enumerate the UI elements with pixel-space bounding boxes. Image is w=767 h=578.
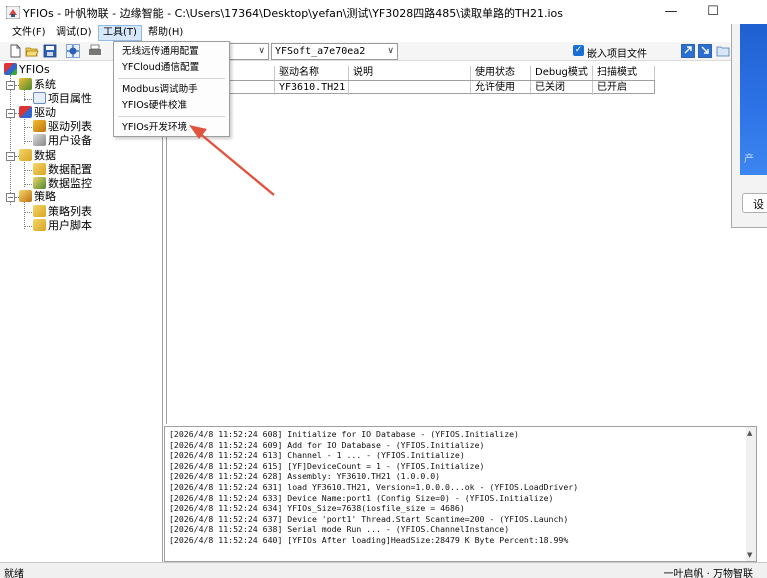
chevron-down-icon: ∨ (258, 46, 265, 56)
table-cell: 已关闭 (531, 81, 593, 95)
embed-label: 嵌入项目文件 (587, 49, 647, 60)
tree-item-strategy[interactable]: 策略 (19, 190, 56, 204)
toolbar: ∨ YFSoft_a7e70ea2 ∨ ✓ 嵌入项目文件 (0, 42, 731, 61)
tree-item-drivers[interactable]: 驱动 (19, 106, 56, 120)
tree-item-user-script[interactable]: 用户脚本 (33, 219, 92, 233)
column-header[interactable]: 驱动名称 (275, 66, 349, 80)
log-line: [2026/4/8 11:52:24 631] load YF3610.TH21… (169, 482, 579, 492)
menu-tools[interactable]: 工具(T) (98, 25, 142, 41)
menu-item-hardware-calibration[interactable]: YFIOs硬件校准 (122, 99, 187, 112)
compile-icon[interactable] (66, 44, 80, 58)
background-window-button[interactable]: 设 (742, 193, 767, 213)
open-folder-icon[interactable] (25, 44, 39, 58)
menu-help[interactable]: 帮助(H) (144, 25, 187, 41)
script-icon (33, 219, 46, 231)
tree-item-data[interactable]: 数据 (19, 149, 56, 163)
download-icon[interactable] (698, 44, 712, 58)
log-pane[interactable]: [2026/4/8 11:52:24 608] Initialize for I… (164, 426, 757, 562)
driver-icon (19, 106, 32, 118)
table-row[interactable]: YF3610.TH21 允许使用 已关闭 已开启 (167, 80, 655, 95)
project-combo[interactable]: ∨ (228, 43, 269, 60)
status-text: 就绪 (4, 569, 24, 578)
log-line: [2026/4/8 11:52:24 608] Initialize for I… (169, 429, 519, 439)
strategy-icon (19, 190, 32, 202)
tree-item-driver-list[interactable]: 驱动列表 (33, 120, 92, 134)
menu-separator (118, 116, 225, 117)
scroll-down-icon[interactable]: ▼ (747, 551, 752, 559)
title-bar: YFIOs - 叶帆物联 - 边缘智能 - C:\Users\17364\Des… (0, 0, 767, 24)
data-icon (19, 149, 32, 161)
grid-header: 驱动名称 说明 使用状态 Debug模式 扫描模式 (167, 66, 657, 80)
scroll-up-icon[interactable]: ▲ (747, 429, 752, 437)
tree-item-system[interactable]: 系统 (19, 78, 56, 92)
expand-toggle[interactable]: − (6, 109, 15, 118)
tree-item-user-devices[interactable]: 用户设备 (33, 134, 92, 148)
save-icon[interactable] (43, 44, 57, 58)
tree-root[interactable]: YFIOs (4, 63, 50, 77)
log-line: [2026/4/8 11:52:24 615] [YF]DeviceCount … (169, 460, 485, 471)
properties-icon (33, 92, 46, 104)
driver-grid: 驱动名称 说明 使用状态 Debug模式 扫描模式 YF3610.TH21 允许… (166, 64, 731, 424)
strategy-list-icon (33, 205, 46, 217)
expand-toggle[interactable]: − (6, 81, 15, 90)
expand-toggle[interactable]: − (6, 193, 15, 202)
menu-file[interactable]: 文件(F) (8, 25, 50, 41)
embed-checkbox[interactable]: ✓ (573, 45, 584, 56)
log-line: [2026/4/8 11:52:24 640] [YFIOs After loa… (169, 535, 569, 545)
system-icon (19, 78, 32, 90)
tree-item-project-props[interactable]: 项目属性 (33, 92, 92, 106)
menu-debug[interactable]: 调试(D) (52, 25, 96, 41)
yfios-icon (4, 63, 17, 75)
folder-icon[interactable] (716, 44, 730, 58)
chevron-down-icon: ∨ (387, 46, 394, 56)
column-header[interactable]: 扫描模式 (593, 66, 655, 80)
menu-item-dev-environment[interactable]: YFIOs开发环境 (122, 121, 187, 134)
new-file-icon[interactable] (8, 44, 22, 58)
log-line: [2026/4/8 11:52:24 637] Device 'port1' T… (169, 513, 569, 524)
tree-item-data-config[interactable]: 数据配置 (33, 163, 92, 177)
menu-separator (118, 78, 225, 79)
table-cell (349, 81, 471, 95)
monitor-icon (33, 177, 46, 189)
menu-item-yfcloud-config[interactable]: YFCloud通信配置 (122, 61, 199, 74)
app-icon (6, 6, 20, 19)
menu-bar: 文件(F) 调试(D) 工具(T) 帮助(H) (0, 24, 731, 42)
data-config-icon (33, 163, 46, 175)
tree-item-strategy-list[interactable]: 策略列表 (33, 205, 92, 219)
log-line: [2026/4/8 11:52:24 634] YFIOs_Size=7638(… (169, 503, 465, 514)
log-line: [2026/4/8 11:52:24 613] Channel - 1 ... … (169, 450, 465, 461)
print-icon[interactable] (88, 44, 102, 58)
menu-item-modbus-assistant[interactable]: Modbus调试助手 (122, 83, 198, 96)
table-cell: YF3610.TH21 (275, 81, 349, 95)
log-line: [2026/4/8 11:52:24 633] Device Name:port… (169, 492, 554, 503)
log-line: [2026/4/8 11:52:24 628] Assembly: YF3610… (169, 471, 441, 482)
window-title: YFIOs - 叶帆物联 - 边缘智能 - C:\Users\17364\Des… (23, 7, 563, 20)
log-line: [2026/4/8 11:52:24 638] Serial mode Run … (169, 524, 510, 535)
status-slogan: 一叶启帆 · 万物智联 (663, 569, 753, 578)
background-window: 产 设 (731, 0, 767, 228)
log-line: [2026/4/8 11:52:24 609] Add for IO Datab… (169, 439, 485, 450)
driver-list-icon (33, 120, 46, 132)
table-cell: 允许使用 (471, 81, 531, 95)
tools-menu: 无线远传通用配置 YFCloud通信配置 Modbus调试助手 YFIOs硬件校… (113, 41, 230, 137)
main-window: YFIOs - 叶帆物联 - 边缘智能 - C:\Users\17364\Des… (0, 0, 767, 578)
column-header[interactable]: 说明 (349, 66, 471, 80)
column-header[interactable]: 使用状态 (471, 66, 531, 80)
table-cell: 已开启 (597, 82, 627, 93)
upload-icon[interactable] (681, 44, 695, 58)
maximize-button[interactable]: ☐ (698, 2, 728, 22)
device-combo[interactable]: YFSoft_a7e70ea2 ∨ (271, 43, 398, 60)
status-bar: 就绪 一叶启帆 · 万物智联 (0, 562, 767, 578)
expand-toggle[interactable]: − (6, 152, 15, 161)
background-window-banner: 产 (740, 20, 767, 175)
column-header[interactable]: Debug模式 (531, 66, 593, 80)
menu-item-wireless-config[interactable]: 无线远传通用配置 (122, 45, 199, 58)
tree-item-data-monitor[interactable]: 数据监控 (33, 177, 92, 191)
log-scrollbar[interactable]: ▲ ▼ (746, 427, 756, 561)
minimize-button[interactable]: — (656, 2, 686, 22)
device-icon (33, 134, 46, 146)
